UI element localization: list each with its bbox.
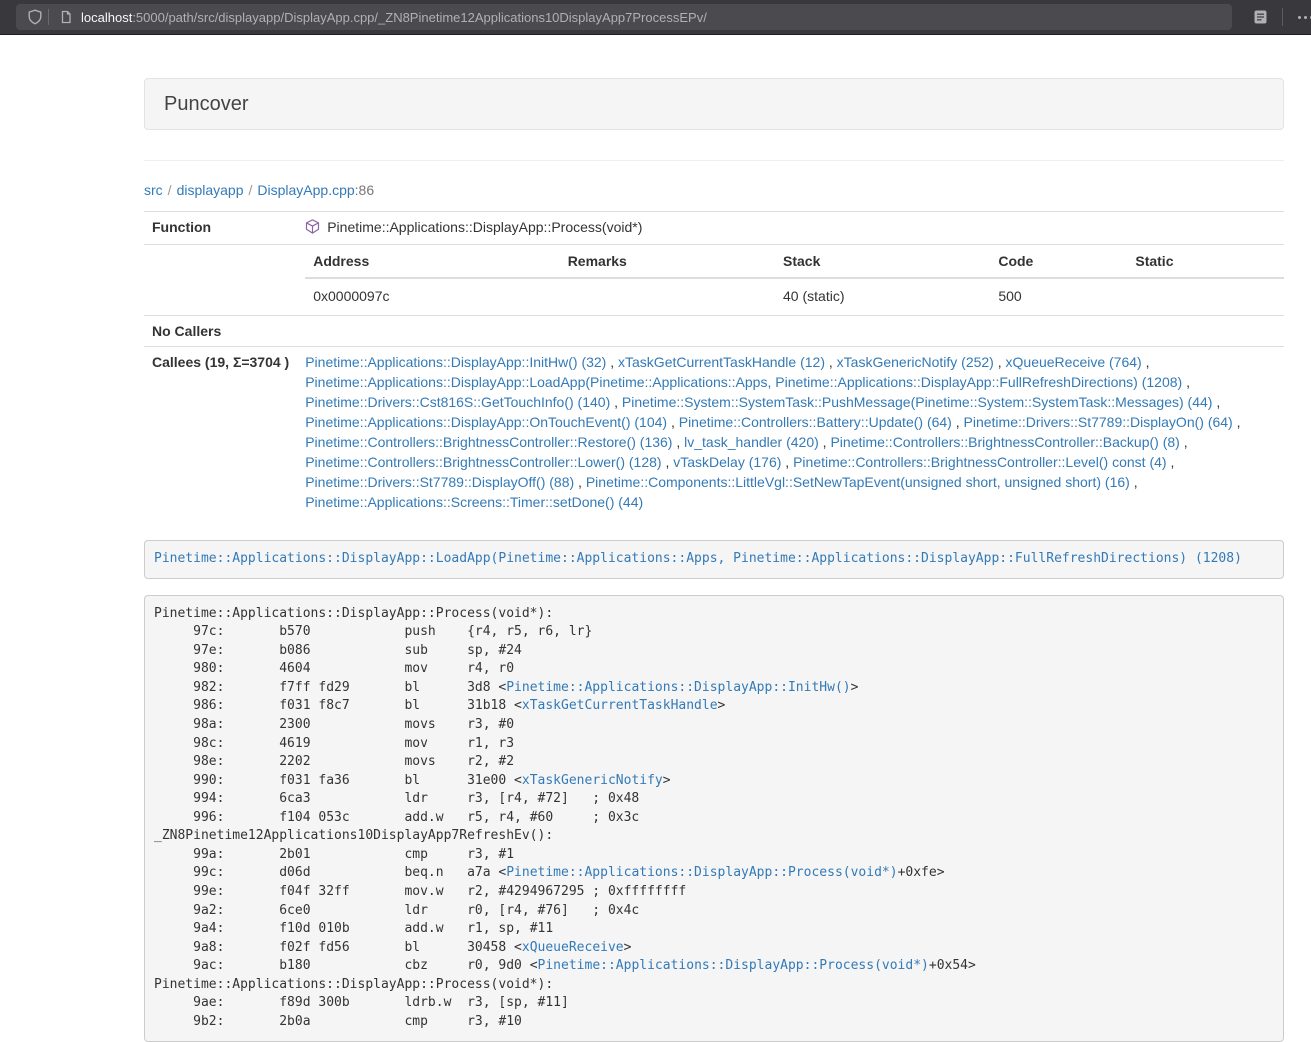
function-name: Pinetime::Applications::DisplayApp::Proc… — [327, 219, 642, 235]
callee-separator: , — [1167, 454, 1175, 470]
callees-cell: Pinetime::Applications::DisplayApp::Init… — [297, 347, 1284, 518]
callee-separator: , — [952, 414, 964, 430]
callee-separator: , — [781, 454, 793, 470]
metrics-row: Address Remarks Stack Code Static 0x0000… — [144, 245, 1284, 316]
no-callers-label: No Callers — [144, 316, 297, 347]
disassembly-code: Pinetime::Applications::DisplayApp::Proc… — [144, 595, 1284, 1042]
code-symbol-link[interactable]: Pinetime::Applications::DisplayApp::Proc… — [506, 865, 897, 880]
callee-separator: , — [1180, 434, 1188, 450]
function-details-table: Function Pinetime::Applications::Display… — [144, 211, 1284, 517]
code-symbol-link[interactable]: Pinetime::Applications::DisplayApp::Init… — [506, 680, 850, 695]
callee-link[interactable]: Pinetime::Applications::DisplayApp::Init… — [305, 354, 606, 370]
highlighted-symbol-link[interactable]: Pinetime::Applications::DisplayApp::Load… — [154, 551, 1242, 566]
callee-link[interactable]: Pinetime::Applications::DisplayApp::Load… — [305, 374, 1182, 390]
table-row: 0x0000097c 40 (static) 500 — [305, 278, 1284, 315]
callees-row: Callees (19, Σ=3704 ) Pinetime::Applicat… — [144, 347, 1284, 518]
callee-separator: , — [825, 354, 837, 370]
callee-link[interactable]: xTaskGetCurrentTaskHandle (12) — [618, 354, 825, 370]
callee-separator: , — [606, 354, 618, 370]
callee-link[interactable]: Pinetime::Drivers::St7789::DisplayOn() (… — [964, 414, 1233, 430]
code-value: 500 — [990, 278, 1127, 315]
main-content: Puncover src/displayapp/DisplayApp.cpp:8… — [144, 78, 1284, 1042]
stack-value: 40 (static) — [775, 278, 990, 315]
col-header-remarks: Remarks — [560, 245, 775, 278]
url-bar[interactable]: localhost:5000/path/src/displayapp/Displ… — [16, 4, 1232, 30]
callee-link[interactable]: xTaskGenericNotify (252) — [837, 354, 994, 370]
url-path: :5000/path/src/displayapp/DisplayApp.cpp… — [132, 10, 707, 25]
callee-separator: , — [1233, 414, 1241, 430]
callee-separator: , — [672, 434, 684, 450]
shield-icon[interactable] — [24, 6, 46, 28]
page-info-icon[interactable] — [55, 6, 77, 28]
callee-link[interactable]: Pinetime::Controllers::BrightnessControl… — [305, 454, 661, 470]
toolbar-actions — [1246, 4, 1311, 30]
breadcrumb-line-number: :86 — [355, 182, 374, 198]
urlbar-divider — [48, 9, 49, 25]
callee-separator: , — [1130, 474, 1138, 490]
function-row: Function Pinetime::Applications::Display… — [144, 212, 1284, 245]
callee-link[interactable]: Pinetime::Applications::Screens::Timer::… — [305, 494, 643, 510]
callee-link[interactable]: Pinetime::Controllers::BrightnessControl… — [793, 454, 1166, 470]
menu-button[interactable] — [1291, 4, 1311, 30]
toolbar-divider — [1282, 8, 1283, 26]
callee-link[interactable]: Pinetime::Controllers::Battery::Update()… — [679, 414, 952, 430]
address-value: 0x0000097c — [305, 278, 559, 315]
ellipsis-icon — [1298, 16, 1311, 19]
col-header-code: Code — [990, 245, 1127, 278]
browser-toolbar: localhost:5000/path/src/displayapp/Displ… — [0, 0, 1311, 35]
page-title: Puncover — [164, 92, 1264, 116]
breadcrumb-separator: / — [168, 182, 172, 198]
callee-link[interactable]: Pinetime::Components::LittleVgl::SetNewT… — [586, 474, 1130, 490]
callee-link[interactable]: Pinetime::Controllers::BrightnessControl… — [305, 434, 672, 450]
app-header-panel: Puncover — [144, 78, 1284, 130]
code-symbol-link[interactable]: xQueueReceive — [522, 940, 624, 955]
callee-link[interactable]: Pinetime::System::SystemTask::PushMessag… — [622, 394, 1213, 410]
callee-separator: , — [1212, 394, 1220, 410]
callee-separator: , — [610, 394, 622, 410]
static-value — [1127, 278, 1284, 315]
callee-separator: , — [994, 354, 1006, 370]
url-text: localhost:5000/path/src/displayapp/Displ… — [81, 10, 707, 25]
callee-link[interactable]: Pinetime::Drivers::Cst816S::GetTouchInfo… — [305, 394, 610, 410]
callee-link[interactable]: xQueueReceive (764) — [1006, 354, 1142, 370]
breadcrumb-separator: / — [249, 182, 253, 198]
code-symbol-link[interactable]: xTaskGenericNotify — [522, 773, 663, 788]
section-divider — [144, 160, 1284, 161]
callee-separator: , — [662, 454, 674, 470]
code-symbol-link[interactable]: xTaskGetCurrentTaskHandle — [522, 698, 718, 713]
callee-separator: , — [574, 474, 586, 490]
callee-separator: , — [1142, 354, 1150, 370]
col-header-stack: Stack — [775, 245, 990, 278]
function-label: Function — [144, 212, 297, 245]
code-symbol-link[interactable]: Pinetime::Applications::DisplayApp::Proc… — [538, 958, 929, 973]
url-host: localhost — [81, 10, 132, 25]
breadcrumb-link-displayapp[interactable]: displayapp — [177, 182, 244, 198]
callee-separator: , — [819, 434, 831, 450]
breadcrumb-link-file[interactable]: DisplayApp.cpp — [257, 182, 354, 198]
col-header-address: Address — [305, 245, 559, 278]
callee-link[interactable]: Pinetime::Drivers::St7789::DisplayOff() … — [305, 474, 574, 490]
breadcrumb: src/displayapp/DisplayApp.cpp:86 — [144, 182, 1284, 198]
highlighted-symbol-box: Pinetime::Applications::DisplayApp::Load… — [144, 540, 1284, 579]
col-header-static: Static — [1127, 245, 1284, 278]
callee-link[interactable]: vTaskDelay (176) — [673, 454, 781, 470]
reader-mode-button[interactable] — [1246, 4, 1274, 30]
callee-separator: , — [667, 414, 679, 430]
callee-link[interactable]: Pinetime::Applications::DisplayApp::OnTo… — [305, 414, 667, 430]
breadcrumb-link-src[interactable]: src — [144, 182, 163, 198]
metrics-table: Address Remarks Stack Code Static 0x0000… — [305, 245, 1284, 315]
symbol-cube-icon — [305, 219, 320, 239]
callees-label: Callees (19, Σ=3704 ) — [144, 347, 297, 518]
callee-separator: , — [1182, 374, 1190, 390]
remarks-value — [560, 278, 775, 315]
no-callers-row: No Callers — [144, 316, 1284, 347]
callee-link[interactable]: Pinetime::Controllers::BrightnessControl… — [830, 434, 1179, 450]
callee-link[interactable]: lv_task_handler (420) — [684, 434, 819, 450]
